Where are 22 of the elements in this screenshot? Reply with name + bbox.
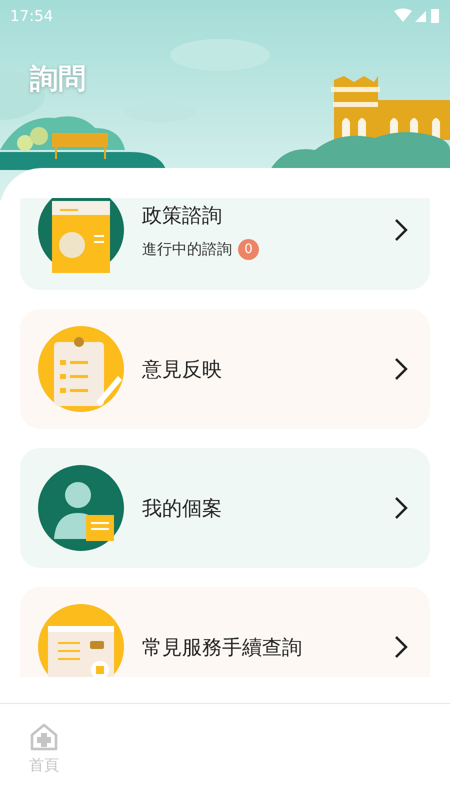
card-title: 常見服務手續查詢 — [142, 634, 303, 661]
card-subtitle: 進行中的諮詢 — [142, 238, 232, 260]
chevron-right-icon — [394, 496, 408, 520]
page-title: 詢問 — [30, 61, 86, 97]
card-title: 我的個案 — [142, 495, 223, 522]
menu-card[interactable]: 政策諮詢 進行中的諮詢 0 — [20, 198, 430, 290]
menu-card[interactable]: 我的個案 — [20, 448, 430, 568]
clipboard-icon — [38, 326, 124, 412]
card-title: 政策諮詢 — [142, 202, 223, 229]
browser-window-icon — [38, 604, 124, 677]
chevron-right-icon — [394, 357, 408, 381]
home-icon — [29, 722, 59, 752]
card-title: 意見反映 — [142, 356, 223, 383]
policy-chart-icon — [38, 198, 124, 273]
menu-card[interactable]: 意見反映 — [20, 309, 430, 429]
chevron-right-icon — [394, 218, 408, 242]
chevron-right-icon — [394, 635, 408, 659]
count-badge: 0 — [238, 238, 259, 260]
status-time: 17:54 — [10, 6, 54, 27]
status-icons-drawing — [394, 8, 440, 24]
menu-card[interactable]: 常見服務手續查詢 — [20, 587, 430, 677]
person-document-icon — [38, 465, 124, 551]
